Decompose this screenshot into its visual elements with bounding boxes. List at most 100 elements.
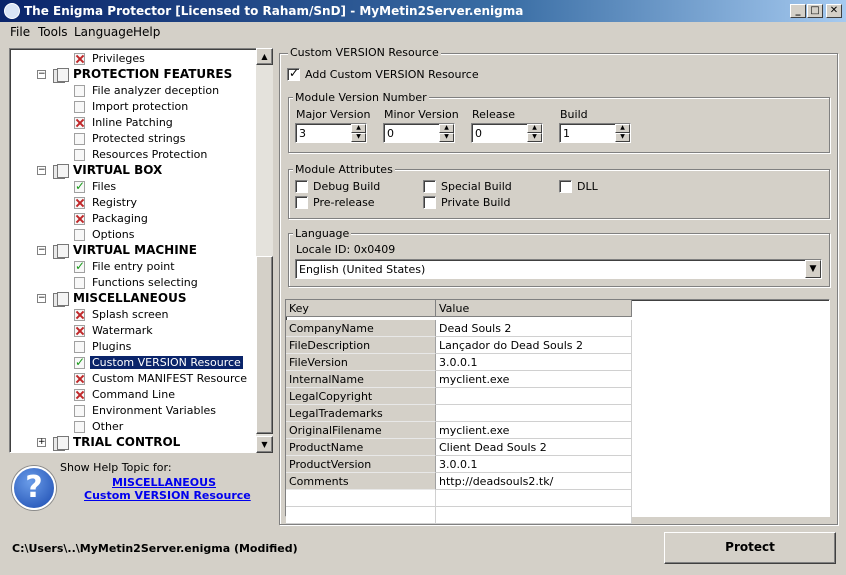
help-link-topic[interactable]: Custom VERSION Resource xyxy=(84,489,251,502)
special-build-checkbox[interactable] xyxy=(423,180,436,193)
version-info-grid[interactable]: Key Value CompanyName Dead Souls 2 FileDescr… xyxy=(285,299,830,524)
tree-item[interactable]: Watermark xyxy=(10,323,256,339)
menu-language[interactable]: Language xyxy=(74,25,133,39)
private-build-checkbox[interactable] xyxy=(423,196,436,209)
grid-empty-cell[interactable] xyxy=(286,507,436,524)
collapse-icon[interactable]: − xyxy=(37,294,46,303)
grid-empty-cell[interactable] xyxy=(436,507,632,524)
grid-value-cell[interactable]: Client Dead Souls 2 xyxy=(436,439,632,456)
help-icon[interactable]: ? xyxy=(12,466,56,510)
help-link-category[interactable]: MISCELLANEOUS xyxy=(112,476,216,489)
chevron-down-icon[interactable]: ▼ xyxy=(805,260,821,278)
tree-category[interactable]: + TRIAL CONTROL xyxy=(10,435,256,451)
tree-item[interactable]: Other xyxy=(10,419,256,435)
scroll-up-button[interactable]: ▲ xyxy=(256,48,273,65)
minor-up-button[interactable]: ▲ xyxy=(439,124,454,133)
tree-scrollbar[interactable]: ▲ ▼ xyxy=(256,48,273,453)
dll-checkbox[interactable] xyxy=(559,180,572,193)
collapse-icon[interactable]: − xyxy=(37,70,46,79)
tree-item[interactable]: Registry xyxy=(10,195,256,211)
tree-category[interactable]: − MISCELLANEOUS xyxy=(10,291,256,307)
debug-build-checkbox[interactable] xyxy=(295,180,308,193)
release-spinner[interactable]: 0 ▲ ▼ xyxy=(471,123,543,143)
protect-button[interactable]: Protect xyxy=(664,532,836,564)
grid-key-cell[interactable]: ProductVersion xyxy=(286,456,436,473)
menu-help[interactable]: Help xyxy=(133,25,160,39)
tree-item[interactable]: File entry point xyxy=(10,259,256,275)
grid-value-cell[interactable]: Dead Souls 2 xyxy=(436,320,632,337)
grid-key-cell[interactable]: LegalCopyright xyxy=(286,388,436,405)
language-select[interactable]: English (United States) ▼ xyxy=(295,259,822,279)
grid-key-cell[interactable]: ProductName xyxy=(286,439,436,456)
tree-item[interactable]: File analyzer deception xyxy=(10,83,256,99)
tree-category[interactable]: − VIRTUAL BOX xyxy=(10,163,256,179)
page-icon xyxy=(74,133,85,145)
grid-key-cell[interactable]: FileVersion xyxy=(286,354,436,371)
tree-category[interactable]: − PROTECTION FEATURES xyxy=(10,67,256,83)
grid-value-cell[interactable]: Lançador do Dead Souls 2 xyxy=(436,337,632,354)
grid-key-cell[interactable]: InternalName xyxy=(286,371,436,388)
build-up-button[interactable]: ▲ xyxy=(615,124,630,133)
release-down-button[interactable]: ▼ xyxy=(527,133,542,142)
grid-key-cell[interactable]: CompanyName xyxy=(286,320,436,337)
tree-item[interactable]: Splash screen xyxy=(10,307,256,323)
app-icon[interactable] xyxy=(4,3,20,19)
grid-key-cell[interactable]: FileDescription xyxy=(286,337,436,354)
maximize-button[interactable]: □ xyxy=(807,4,823,18)
status-text: C:\Users\..\MyMetin2Server.enigma (Modif… xyxy=(12,542,298,555)
scroll-down-button[interactable]: ▼ xyxy=(256,436,273,453)
tree-item[interactable]: Environment Variables xyxy=(10,403,256,419)
build-spinner[interactable]: 1 ▲ ▼ xyxy=(559,123,631,143)
add-version-checkbox[interactable] xyxy=(287,66,300,81)
tree-item[interactable]: Custom VERSION Resource xyxy=(10,355,256,371)
collapse-icon[interactable]: − xyxy=(37,246,46,255)
grid-header-key[interactable]: Key xyxy=(286,300,436,317)
tree-item-label: Other xyxy=(92,420,124,433)
menu-tools[interactable]: Tools xyxy=(38,25,68,39)
expand-icon[interactable]: + xyxy=(37,438,46,447)
close-button[interactable]: ✕ xyxy=(826,4,842,18)
features-tree[interactable]: Privileges − PROTECTION FEATURES File analy… xyxy=(9,48,273,453)
grid-value-cell[interactable]: http://deadsouls2.tk/ xyxy=(436,473,632,490)
grid-empty-cell[interactable] xyxy=(286,490,436,507)
tree-item[interactable]: Import protection xyxy=(10,99,256,115)
grid-header-value[interactable]: Value xyxy=(436,300,632,317)
grid-value-cell[interactable]: myclient.exe xyxy=(436,371,632,388)
panel-title: Custom VERSION Resource xyxy=(288,46,441,59)
tree-item[interactable]: Command Line xyxy=(10,387,256,403)
tree-category[interactable]: − VIRTUAL MACHINE xyxy=(10,243,256,259)
tree-item[interactable]: Plugins xyxy=(10,339,256,355)
tree-item[interactable]: Packaging xyxy=(10,211,256,227)
grid-value-cell[interactable]: myclient.exe xyxy=(436,422,632,439)
grid-key-cell[interactable]: OriginalFilename xyxy=(286,422,436,439)
scroll-thumb[interactable] xyxy=(256,256,273,434)
build-down-button[interactable]: ▼ xyxy=(615,133,630,142)
grid-empty-cell[interactable] xyxy=(436,490,632,507)
locale-id-label: Locale ID: 0x0409 xyxy=(296,243,396,256)
tree-item[interactable]: Options xyxy=(10,227,256,243)
minor-version-spinner[interactable]: 0 ▲ ▼ xyxy=(383,123,455,143)
tree-item[interactable]: Functions selecting xyxy=(10,275,256,291)
major-up-button[interactable]: ▲ xyxy=(351,124,366,133)
grid-key-cell[interactable]: Comments xyxy=(286,473,436,490)
prerelease-checkbox[interactable] xyxy=(295,196,308,209)
tree-item[interactable]: Inline Patching xyxy=(10,115,256,131)
tree-item[interactable]: Resources Protection xyxy=(10,147,256,163)
grid-value-cell[interactable]: 3.0.0.1 xyxy=(436,456,632,473)
tree-item[interactable]: Protected strings xyxy=(10,131,256,147)
tree-item[interactable]: Files xyxy=(10,179,256,195)
grid-value-cell[interactable] xyxy=(436,388,632,405)
minor-down-button[interactable]: ▼ xyxy=(439,133,454,142)
collapse-icon[interactable]: − xyxy=(37,166,46,175)
major-version-spinner[interactable]: 3 ▲ ▼ xyxy=(295,123,367,143)
add-version-label: Add Custom VERSION Resource xyxy=(305,68,479,81)
major-down-button[interactable]: ▼ xyxy=(351,133,366,142)
grid-key-cell[interactable]: LegalTrademarks xyxy=(286,405,436,422)
release-up-button[interactable]: ▲ xyxy=(527,124,542,133)
tree-item[interactable]: Privileges xyxy=(10,51,256,67)
grid-value-cell[interactable]: 3.0.0.1 xyxy=(436,354,632,371)
tree-item[interactable]: Custom MANIFEST Resource xyxy=(10,371,256,387)
grid-value-cell[interactable] xyxy=(436,405,632,422)
minimize-button[interactable]: _ xyxy=(790,4,806,18)
menu-file[interactable]: File xyxy=(10,25,30,39)
